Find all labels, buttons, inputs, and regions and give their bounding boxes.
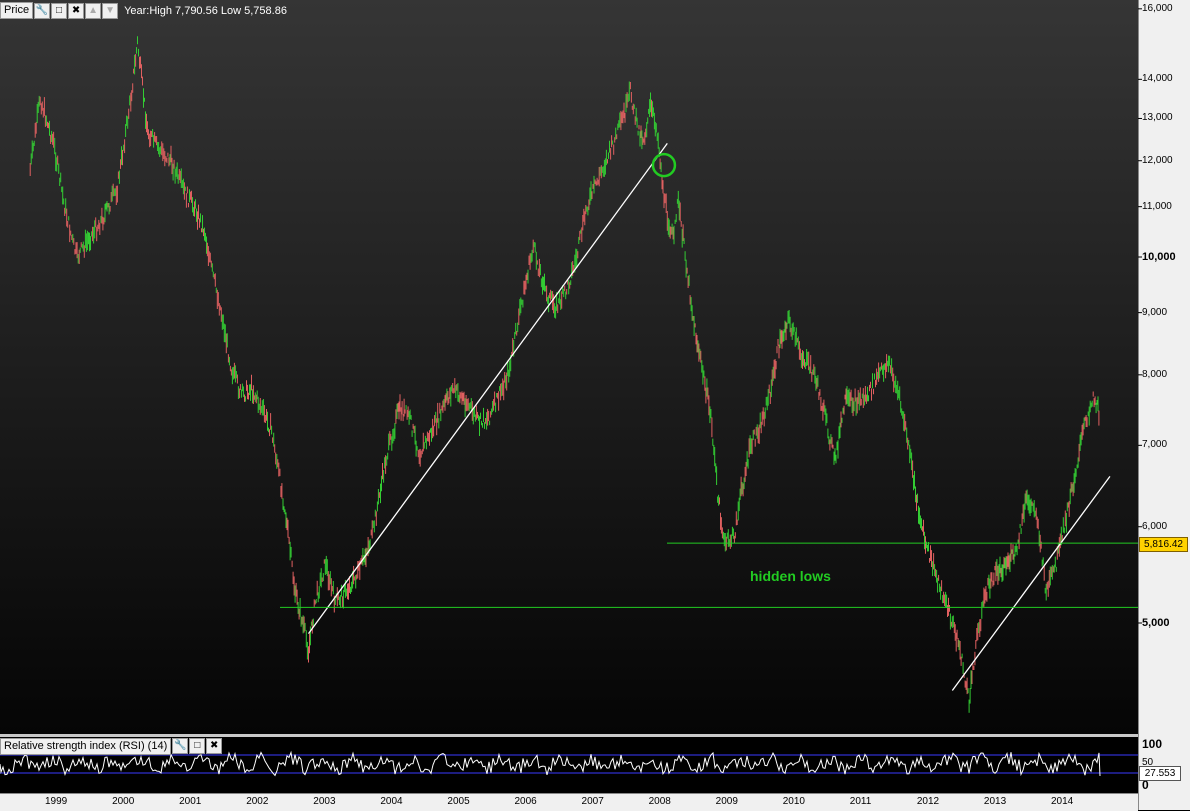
price-tick-label: 11,000 (1142, 200, 1172, 212)
price-tick-label: 10,000 (1142, 251, 1176, 263)
year-label: 2003 (313, 796, 336, 807)
hidden-lows-label: hidden lows (750, 568, 831, 584)
year-label: 2002 (246, 796, 269, 807)
move-down-icon[interactable]: ▼ (102, 2, 119, 19)
close-icon[interactable]: ✖ (68, 2, 85, 19)
maximize-icon[interactable]: □ (189, 738, 206, 754)
current-price-tag: 5,816.42 (1139, 537, 1188, 552)
price-pane-toolbar: Price 🔧 □ ✖ ▲ ▼ Year:High 7,790.56 Low 5… (0, 2, 287, 19)
year-label: 1999 (45, 796, 68, 807)
year-label: 2012 (916, 796, 940, 807)
price-tick-label: 9,000 (1142, 306, 1168, 318)
year-label: 2007 (581, 796, 604, 807)
price-tick-label: 7,000 (1142, 439, 1168, 451)
year-label: 2005 (447, 796, 470, 807)
year-label: 2011 (849, 796, 872, 807)
chart-window: Price 🔧 □ ✖ ▲ ▼ Year:High 7,790.56 Low 5… (0, 0, 1190, 811)
price-tick-label: 8,000 (1142, 368, 1168, 380)
trendline-1 (307, 143, 668, 635)
move-up-icon[interactable]: ▲ (85, 2, 102, 19)
maximize-icon[interactable]: □ (51, 2, 68, 19)
year-label: 2000 (112, 796, 135, 807)
price-tick-label: 14,000 (1142, 73, 1173, 85)
highlight-circle (651, 152, 677, 178)
price-tick-label: 16,000 (1142, 2, 1173, 14)
wrench-icon[interactable]: 🔧 (172, 738, 189, 754)
year-label: 2001 (179, 796, 202, 807)
price-tick-label: 13,000 (1142, 112, 1173, 124)
close-icon[interactable]: ✖ (206, 738, 223, 754)
price-tick-label: 5,000 (1142, 617, 1170, 629)
wrench-icon[interactable]: 🔧 (34, 2, 51, 19)
rsi-tick-100: 100 (1142, 737, 1163, 751)
price-chart (0, 8, 1142, 777)
year-label: 2014 (1051, 796, 1074, 807)
year-high-low-info: Year:High 7,790.56 Low 5,758.86 (124, 4, 287, 17)
rsi-pane-toolbar: Relative strength index (RSI) (14) 🔧 □ ✖ (0, 737, 223, 755)
year-label: 2006 (514, 796, 537, 807)
price-tick-label: 12,000 (1142, 154, 1173, 166)
price-tick-label: 6,000 (1142, 520, 1168, 532)
year-label: 2004 (380, 796, 403, 807)
rsi-line (0, 750, 1101, 777)
year-label: 2008 (648, 796, 671, 807)
year-label: 2010 (782, 796, 805, 807)
rsi-title: Relative strength index (RSI) (14) (0, 737, 172, 755)
pane-title: Price (0, 2, 34, 19)
rsi-value-tag: 27.553 (1139, 766, 1181, 781)
year-label: 2009 (715, 796, 738, 807)
year-label: 2013 (983, 796, 1007, 807)
